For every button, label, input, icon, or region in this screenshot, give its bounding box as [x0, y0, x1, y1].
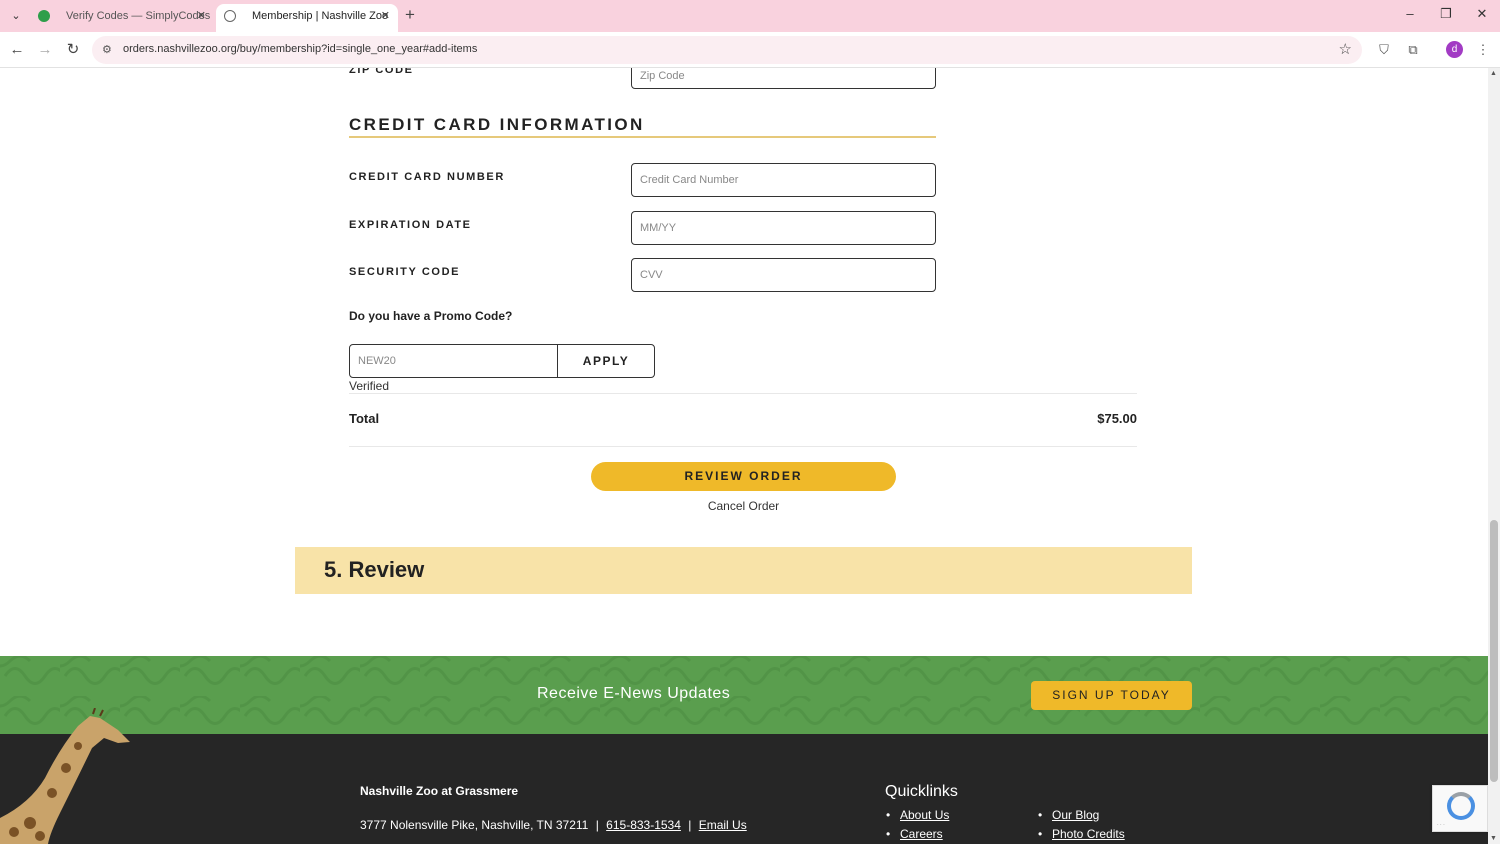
credit-card-section-title: CREDIT CARD INFORMATION	[349, 115, 645, 134]
total-divider-top	[349, 393, 1137, 394]
promo-code-group: NEW20 APPLY	[349, 344, 655, 378]
credit-card-number-label: CREDIT CARD NUMBER	[349, 171, 505, 183]
quicklink-about-us[interactable]: About Us	[886, 808, 949, 822]
review-step-title: 5. Review	[324, 557, 425, 582]
profile-avatar[interactable]: d	[1446, 41, 1463, 58]
forward-arrow-icon[interactable]: →	[35, 40, 55, 60]
tab-simplycodes[interactable]: Verify Codes — SimplyCodes ✕	[30, 4, 214, 32]
enews-text: Receive E-News Updates	[537, 685, 731, 702]
site-settings-icon[interactable]: ⚙	[102, 43, 112, 56]
scroll-up-arrow-icon[interactable]: ▲	[1490, 70, 1497, 77]
separator: |	[595, 818, 599, 832]
tab-search-chevron-icon[interactable]: ⌄	[6, 6, 26, 26]
browser-menu-icon[interactable]: ⋮	[1473, 40, 1493, 60]
extensions-puzzle-icon[interactable]: ⧉	[1403, 40, 1423, 60]
zip-code-label: ZIP CODE	[349, 68, 414, 76]
close-window-icon[interactable]: ✕	[1472, 6, 1492, 22]
tab-title: Verify Codes — SimplyCodes	[66, 10, 211, 22]
squiggle-pattern	[0, 656, 1488, 734]
back-arrow-icon[interactable]: ←	[7, 40, 27, 60]
total-label: Total	[349, 411, 380, 426]
cancel-order-link[interactable]: Cancel Order	[591, 499, 896, 513]
url-text[interactable]: orders.nashvillezoo.org/buy/membership?i…	[123, 43, 477, 55]
quicklink-photo-credits[interactable]: Photo Credits	[1038, 827, 1125, 841]
recaptcha-terms-icon: · · ·	[1437, 822, 1445, 828]
scrollbar-thumb[interactable]	[1490, 520, 1498, 782]
shield-extension-icon[interactable]: ⛉	[1374, 40, 1394, 60]
minimize-icon[interactable]: –	[1400, 6, 1420, 21]
security-code-input[interactable]: CVV	[631, 258, 936, 292]
credit-card-number-input[interactable]: Credit Card Number	[631, 163, 936, 197]
simplycodes-favicon-icon	[38, 10, 50, 22]
section-divider	[349, 136, 936, 138]
recaptcha-badge[interactable]: · · ·	[1432, 785, 1488, 832]
expiration-date-input[interactable]: MM/YY	[631, 211, 936, 245]
separator: |	[688, 818, 692, 832]
recaptcha-icon	[1447, 792, 1475, 820]
new-tab-plus-icon[interactable]: +	[405, 5, 415, 25]
expiration-date-label: EXPIRATION DATE	[349, 219, 472, 231]
review-step-banner[interactable]: 5. Review	[295, 547, 1192, 594]
restore-icon[interactable]: ❐	[1436, 6, 1456, 22]
promo-code-question: Do you have a Promo Code?	[349, 309, 513, 323]
tab-title: Membership | Nashville Zoo	[252, 10, 389, 22]
footer-address: 3777 Nolensville Pike, Nashville, TN 372…	[360, 818, 589, 832]
browser-toolbar: ← → ↻ ⚙ orders.nashvillezoo.org/buy/memb…	[0, 32, 1500, 68]
sign-up-button[interactable]: SIGN UP TODAY	[1031, 681, 1192, 710]
total-divider-bottom	[349, 446, 1137, 447]
footer-org-name: Nashville Zoo at Grassmere	[360, 784, 519, 798]
close-tab-icon[interactable]: ✕	[381, 4, 390, 28]
scroll-down-arrow-icon[interactable]: ▼	[1490, 835, 1497, 842]
total-value: $75.00	[1097, 411, 1137, 426]
page-viewport: ZIP CODE Zip Code CREDIT CARD INFORMATIO…	[0, 68, 1488, 844]
enews-banner: Receive E-News Updates SIGN UP TODAY	[0, 656, 1488, 734]
browser-tab-bar: ⌄ Verify Codes — SimplyCodes ✕ Membershi…	[0, 0, 1500, 32]
quicklinks-title: Quicklinks	[885, 783, 958, 800]
page-scrollbar[interactable]: ▲ ▼	[1488, 68, 1500, 844]
globe-favicon-icon	[224, 10, 236, 22]
footer-address-line: 3777 Nolensville Pike, Nashville, TN 372…	[360, 818, 747, 832]
tab-nashville-zoo[interactable]: Membership | Nashville Zoo ✕	[216, 4, 398, 32]
quicklink-our-blog[interactable]: Our Blog	[1038, 808, 1099, 822]
close-tab-icon[interactable]: ✕	[197, 4, 206, 28]
address-bar[interactable]: ⚙ orders.nashvillezoo.org/buy/membership…	[92, 36, 1362, 64]
reload-icon[interactable]: ↻	[63, 40, 83, 60]
promo-status-text: Verified	[349, 379, 390, 393]
apply-promo-button[interactable]: APPLY	[558, 345, 654, 377]
zip-code-input[interactable]: Zip Code	[631, 68, 936, 89]
footer-email-link[interactable]: Email Us	[699, 818, 747, 832]
footer-phone-link[interactable]: 615-833-1534	[606, 818, 681, 832]
giraffe-image	[0, 708, 130, 844]
review-order-button[interactable]: REVIEW ORDER	[591, 462, 896, 491]
security-code-label: SECURITY CODE	[349, 266, 461, 278]
quicklink-careers[interactable]: Careers	[886, 827, 943, 841]
bookmark-star-icon[interactable]: ☆	[1339, 40, 1352, 58]
promo-code-input[interactable]: NEW20	[358, 345, 396, 377]
